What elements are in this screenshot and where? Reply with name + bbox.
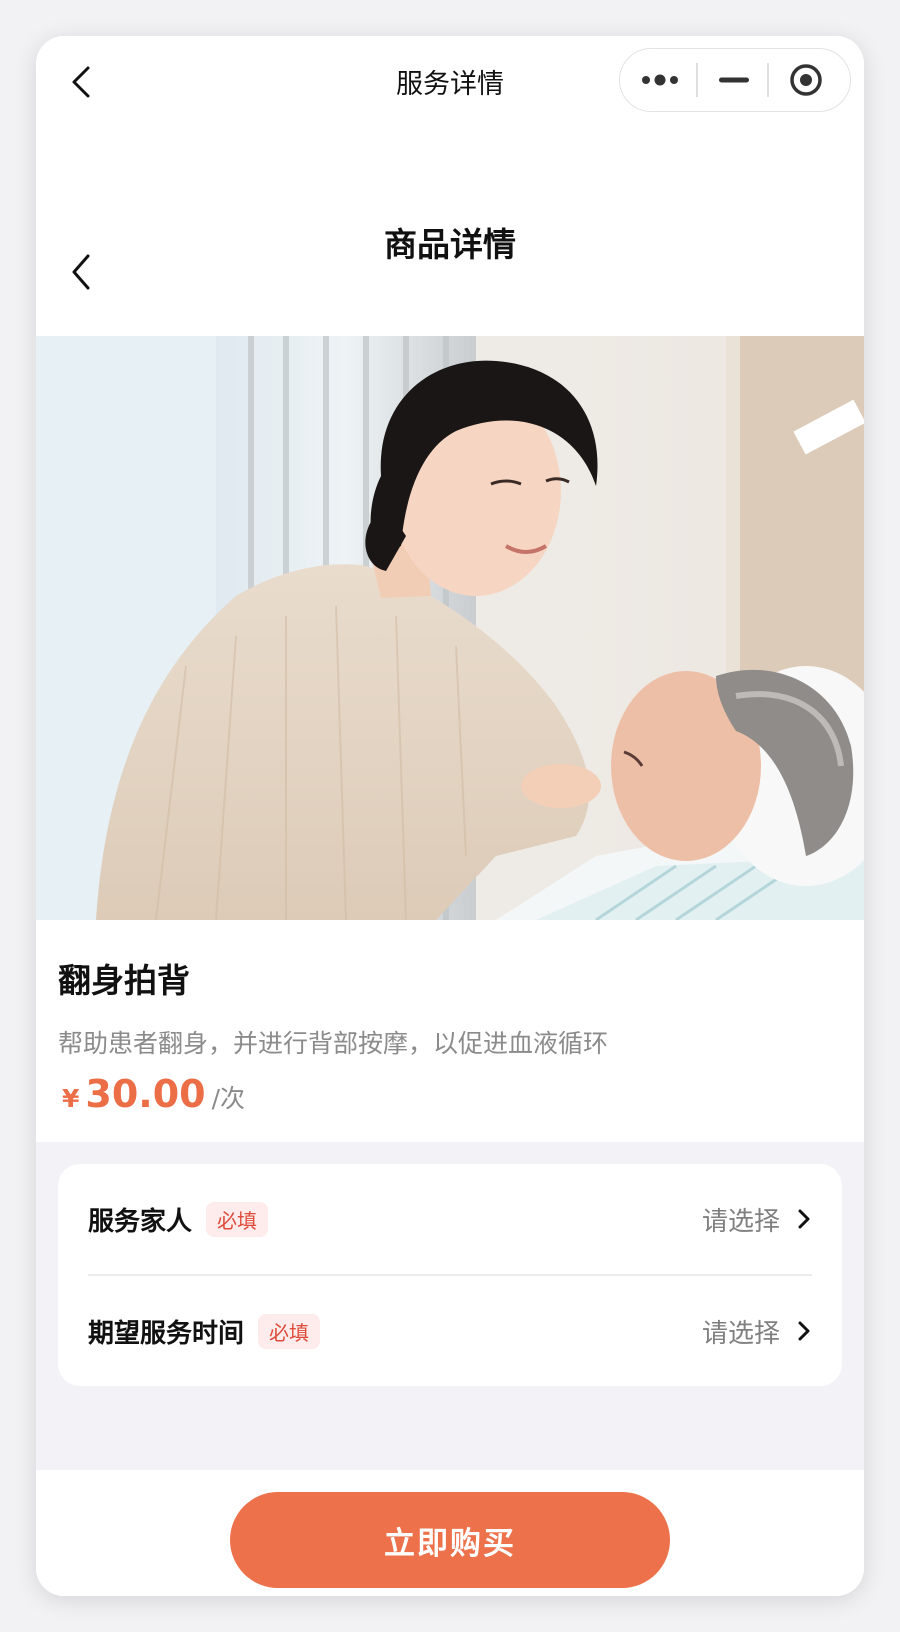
chevron-right-icon	[798, 1209, 810, 1229]
close-miniprogram-button[interactable]	[770, 49, 842, 110]
chevron-left-icon	[72, 254, 90, 290]
top-nav-bar: 服务详情	[36, 36, 864, 128]
select-family-member-row[interactable]: 服务家人 必填 请选择	[88, 1164, 812, 1274]
capsule-menu	[619, 48, 851, 112]
product-description: 帮助患者翻身，并进行背部按摩，以促进血液循环	[58, 1029, 609, 1058]
bottom-action-bar: 立即购买	[36, 1470, 864, 1596]
product-price: 30.00	[85, 1072, 206, 1116]
target-circle-icon	[790, 63, 822, 96]
row-selector: 请选择	[702, 1313, 812, 1350]
page-back-button[interactable]	[66, 250, 102, 294]
product-name: 翻身拍背	[58, 961, 190, 1000]
row-placeholder: 请选择	[701, 1206, 780, 1237]
page-title: 商品详情	[384, 225, 516, 264]
row-label: 服务家人	[88, 1206, 193, 1237]
caregiver-with-elderly-patient-photo	[36, 336, 864, 920]
service-options-card: 服务家人 必填 请选择 期望服务时间 必填 请选择	[58, 1164, 842, 1386]
select-service-time-row[interactable]: 期望服务时间 必填 请选择	[88, 1276, 812, 1386]
buy-now-button[interactable]: 立即购买	[230, 1492, 670, 1588]
more-button[interactable]	[624, 49, 696, 110]
minus-icon	[719, 77, 749, 82]
currency-symbol: ¥	[62, 1084, 80, 1113]
product-hero-image	[36, 336, 864, 920]
row-label: 期望服务时间	[88, 1318, 245, 1349]
required-badge: 必填	[258, 1313, 321, 1349]
row-placeholder: 请选择	[701, 1318, 780, 1349]
required-badge: 必填	[206, 1201, 269, 1237]
row-selector: 请选择	[702, 1201, 812, 1238]
chevron-right-icon	[798, 1321, 810, 1341]
price-unit: /次	[211, 1084, 246, 1113]
minimize-button[interactable]	[698, 49, 770, 110]
capsule-divider	[767, 63, 769, 97]
phone-frame: 服务详情 商品详情 翻身拍背 帮助患者翻身，并进行背部按摩，以促进血液循环 ¥ …	[36, 36, 864, 1596]
more-dots-icon	[642, 74, 678, 85]
price-row: ¥ 30.00 /次	[62, 1072, 245, 1122]
